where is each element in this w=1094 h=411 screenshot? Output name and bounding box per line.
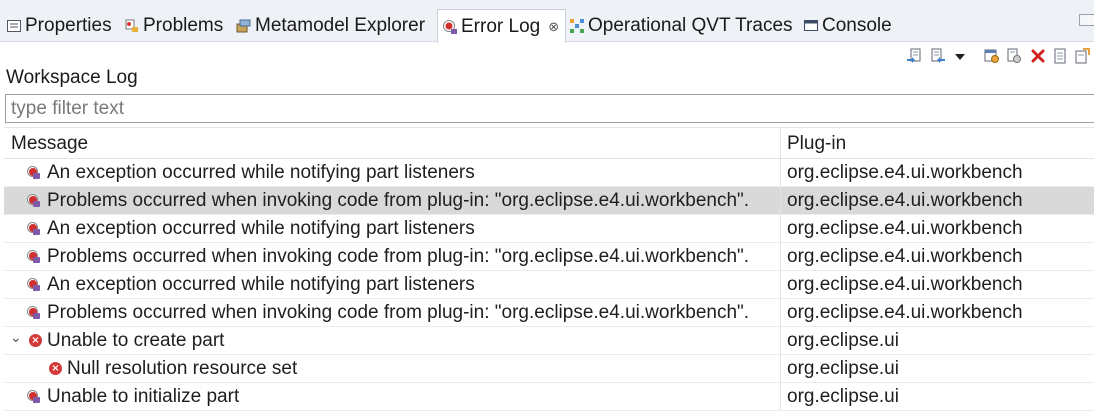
tab-console[interactable]: Console: [803, 10, 892, 42]
column-divider: [780, 299, 781, 326]
close-icon[interactable]: ⊗: [548, 19, 559, 35]
tab-label: Error Log: [461, 15, 541, 37]
column-divider: [780, 327, 781, 354]
column-divider: [780, 187, 781, 214]
table-row[interactable]: ⌄ × Unable to create part org.eclipse.ui: [4, 327, 1094, 355]
table-row[interactable]: Problems occurred when invoking code fro…: [4, 243, 1094, 271]
row-plugin: org.eclipse.ui: [787, 386, 899, 407]
column-header-message[interactable]: Message: [11, 133, 88, 155]
export-log-icon[interactable]: [906, 48, 922, 64]
qvt-traces-icon: [569, 18, 585, 34]
row-plugin: org.eclipse.e4.ui.workbench: [787, 162, 1023, 183]
tab-label: Properties: [25, 15, 112, 36]
table-body: An exception occurred while notifying pa…: [4, 159, 1094, 411]
import-log-icon[interactable]: [930, 48, 946, 64]
plugin-error-icon: [26, 249, 41, 264]
row-message: Unable to create part: [47, 330, 225, 351]
row-message: An exception occurred while notifying pa…: [47, 218, 475, 239]
column-header-plugin[interactable]: Plug-in: [787, 133, 846, 155]
row-plugin: org.eclipse.e4.ui.workbench: [787, 190, 1023, 211]
workspace-log-title: Workspace Log: [6, 67, 138, 88]
plugin-error-icon: [26, 165, 41, 180]
column-divider: [780, 355, 781, 382]
row-plugin: org.eclipse.e4.ui.workbench: [787, 302, 1023, 323]
row-plugin: org.eclipse.e4.ui.workbench: [787, 274, 1023, 295]
table-row[interactable]: An exception occurred while notifying pa…: [4, 159, 1094, 187]
open-log-icon[interactable]: [1052, 48, 1068, 64]
row-message: An exception occurred while notifying pa…: [47, 274, 475, 295]
tab-label: Metamodel Explorer: [255, 15, 426, 36]
error-icon: ×: [29, 333, 44, 348]
table-row[interactable]: × Null resolution resource set org.eclipse…: [4, 355, 1094, 383]
row-message: An exception occurred while notifying pa…: [47, 162, 475, 183]
plugin-error-icon: [26, 193, 41, 208]
error-log-icon: [442, 19, 458, 35]
tab-metamodel-explorer[interactable]: Metamodel Explorer: [236, 10, 425, 42]
plugin-error-icon: [26, 305, 41, 320]
plugin-error-icon: [26, 221, 41, 236]
metamodel-icon: [236, 18, 252, 34]
problems-icon: [124, 18, 140, 34]
tab-operational-qvt-traces[interactable]: Operational QVT Traces: [569, 10, 793, 42]
table-row[interactable]: Unable to initialize part org.eclipse.ui: [4, 383, 1094, 411]
view-menu-icon[interactable]: [952, 49, 968, 65]
restore-log-icon[interactable]: [1074, 48, 1090, 64]
table-row[interactable]: An exception occurred while notifying pa…: [4, 215, 1094, 243]
row-plugin: org.eclipse.ui: [787, 330, 899, 351]
filter-input[interactable]: [5, 94, 1094, 123]
column-divider: [780, 271, 781, 298]
column-divider: [780, 159, 781, 186]
tab-label: Operational QVT Traces: [588, 15, 793, 36]
column-divider: [780, 383, 781, 410]
chevron-down-icon[interactable]: ⌄: [10, 329, 22, 346]
column-divider[interactable]: [780, 128, 781, 158]
tab-error-log[interactable]: Error Log ⊗: [437, 9, 567, 43]
column-divider: [780, 243, 781, 270]
table-header: Message Plug-in: [4, 127, 1094, 159]
row-message: Problems occurred when invoking code fro…: [47, 302, 750, 323]
row-message: Unable to initialize part: [47, 386, 240, 407]
error-icon: ×: [49, 361, 64, 376]
row-message: Null resolution resource set: [67, 358, 298, 379]
view-tab-bar: Properties Problems Metamodel Explorer E…: [0, 0, 1094, 43]
tab-properties[interactable]: Properties: [6, 10, 112, 42]
table-row[interactable]: Problems occurred when invoking code fro…: [4, 299, 1094, 327]
plugin-error-icon: [26, 389, 41, 404]
row-plugin: org.eclipse.ui: [787, 358, 899, 379]
plugin-error-icon: [26, 277, 41, 292]
column-divider: [780, 215, 781, 242]
minimize-view-button[interactable]: [1079, 14, 1094, 26]
row-plugin: org.eclipse.e4.ui.workbench: [787, 218, 1023, 239]
delete-log-icon[interactable]: [1030, 48, 1046, 64]
row-plugin: org.eclipse.e4.ui.workbench: [787, 246, 1023, 267]
log-table: Message Plug-in An exception occurred wh…: [4, 127, 1094, 411]
clear-log-icon[interactable]: [1006, 48, 1022, 64]
tab-label: Problems: [143, 15, 224, 36]
row-message: Problems occurred when invoking code fro…: [47, 190, 750, 211]
tab-problems[interactable]: Problems: [124, 10, 223, 42]
properties-icon: [6, 18, 22, 34]
row-message: Problems occurred when invoking code fro…: [47, 246, 750, 267]
table-row[interactable]: An exception occurred while notifying pa…: [4, 271, 1094, 299]
console-icon: [803, 18, 819, 34]
filter-icon[interactable]: [984, 48, 1000, 64]
log-toolbar: [900, 44, 1094, 70]
table-row[interactable]: Problems occurred when invoking code fro…: [4, 187, 1094, 215]
tab-label: Console: [822, 15, 892, 36]
